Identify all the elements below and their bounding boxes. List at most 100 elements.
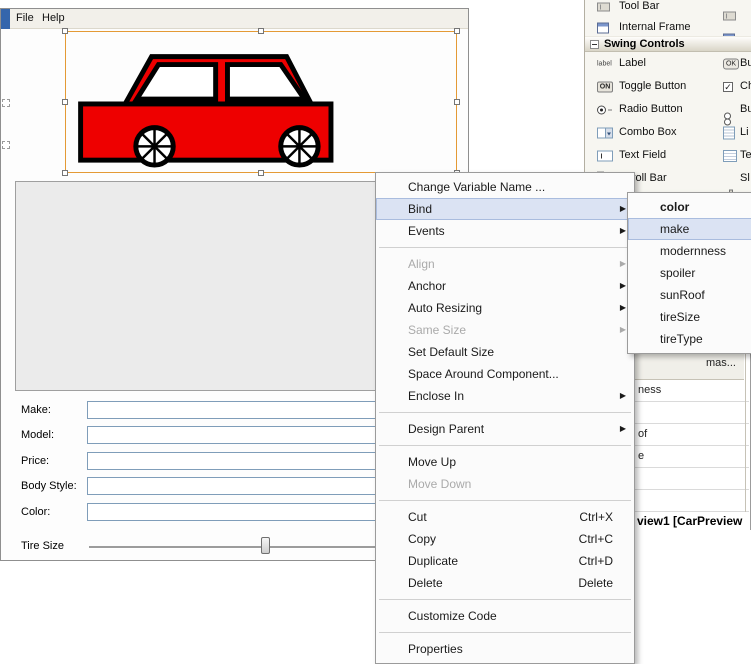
menu-item-enclose-in[interactable]: Enclose In ▶: [376, 385, 634, 407]
menu-help[interactable]: Help: [42, 9, 65, 28]
palette-section-swing-controls[interactable]: Swing Controls: [585, 36, 751, 52]
menu-item-auto-resizing[interactable]: Auto Resizing ▶: [376, 297, 634, 319]
menu-shortcut: Ctrl+C: [578, 532, 613, 546]
palette-item-label-clipped: Sl: [740, 172, 750, 184]
car-wheel-right: [278, 125, 321, 168]
menu-item-cut[interactable]: Cut Ctrl+X: [376, 506, 634, 528]
resize-handle[interactable]: [62, 170, 68, 176]
menu-item-events[interactable]: Events ▶: [376, 220, 634, 242]
menu-item-label: Same Size: [408, 323, 467, 337]
internal-frame-icon: [597, 22, 609, 33]
menu-item-design-parent[interactable]: Design Parent ▶: [376, 418, 634, 440]
submenu-item-modernness[interactable]: modernness: [628, 240, 751, 262]
submenu-arrow-icon: ▶: [619, 281, 626, 290]
menu-item-label: Cut: [408, 510, 427, 524]
palette-item-label: Toggle Button: [619, 80, 687, 92]
submenu-arrow-icon: ▶: [619, 303, 626, 312]
resize-handle[interactable]: [454, 28, 460, 34]
resize-handle[interactable]: [62, 99, 68, 105]
menu-shortcut: Delete: [578, 576, 613, 590]
palette-item-label: Text Field: [619, 149, 667, 161]
submenu-arrow-icon: ▶: [619, 424, 626, 433]
menu-item-label: Auto Resizing: [408, 301, 483, 315]
menu-item-change-variable-name[interactable]: Change Variable Name ...: [376, 176, 634, 198]
menu-separator: [379, 247, 631, 248]
menu-item-anchor[interactable]: Anchor ▶: [376, 275, 634, 297]
combo-box-icon: [597, 127, 613, 138]
menu-shortcut: Ctrl+X: [579, 510, 613, 524]
car-preview-panel[interactable]: [62, 28, 460, 176]
text-field-icon: [597, 150, 613, 161]
menu-item-space-around-component[interactable]: Space Around Component...: [376, 363, 634, 385]
palette-item-label: Radio Button: [619, 103, 683, 115]
radio-button-icon: [597, 105, 612, 114]
palette-item-label-clipped: Li: [740, 126, 749, 138]
car-wheel-left: [133, 125, 176, 168]
tire-size-label: Tire Size: [21, 540, 64, 552]
palette-item-label: Combo Box: [619, 126, 677, 138]
menu-item-label: Properties: [408, 642, 463, 656]
menu-item-label: Events: [408, 224, 445, 238]
menu-item-label: Anchor: [408, 279, 447, 293]
palette-item-radio-button[interactable]: Radio Button Bu: [585, 98, 751, 125]
menu-item-label: Duplicate: [408, 554, 459, 568]
submenu-item-spoiler[interactable]: spoiler: [628, 262, 751, 284]
menu-item-move-up[interactable]: Move Up: [376, 451, 634, 473]
menu-item-bind[interactable]: Bind ▶: [376, 198, 634, 220]
submenu-arrow-icon: ▶: [619, 325, 626, 334]
resize-handle[interactable]: [454, 99, 460, 105]
menu-item-label: Change Variable Name ...: [408, 180, 546, 194]
menu-item-label: Copy: [408, 532, 437, 546]
menu-separator: [379, 632, 631, 633]
menu-item-align: Align ▶: [376, 253, 634, 275]
menu-separator: [379, 599, 631, 600]
palette-item-text-field[interactable]: Text Field Te: [585, 144, 751, 167]
menu-file[interactable]: File: [16, 9, 34, 28]
collapse-icon[interactable]: [590, 40, 599, 49]
slider-thumb[interactable]: [261, 537, 270, 554]
menu-bar: File Help: [1, 9, 468, 29]
resize-handle[interactable]: [258, 170, 264, 176]
palette-section-label: Swing Controls: [604, 38, 685, 50]
menu-item-label: Set Default Size: [408, 345, 495, 359]
resize-handle[interactable]: [62, 28, 68, 34]
menu-separator: [379, 412, 631, 413]
menu-item-label: Move Up: [408, 455, 457, 469]
color-label: Color:: [21, 506, 51, 518]
menu-item-label: Bind: [408, 202, 433, 216]
palette-item-label: Label: [619, 57, 646, 69]
submenu-item-tiresize[interactable]: tireSize: [628, 306, 751, 328]
submenu-arrow-icon: ▶: [619, 391, 626, 400]
make-label: Make:: [21, 404, 51, 416]
window-icon: [1, 9, 10, 29]
palette-item-combo-box[interactable]: Combo Box Li: [585, 121, 751, 144]
menu-item-label: Move Down: [408, 477, 472, 491]
menu-item-label: Enclose In: [408, 389, 465, 403]
submenu-item-sunroof[interactable]: sunRoof: [628, 284, 751, 306]
column-divider[interactable]: [745, 354, 746, 512]
menu-item-set-default-size[interactable]: Set Default Size: [376, 341, 634, 363]
menu-item-copy[interactable]: Copy Ctrl+C: [376, 528, 634, 550]
text-area-icon: [723, 149, 737, 162]
menu-item-delete[interactable]: Delete Delete: [376, 572, 634, 594]
bind-submenu: color make modernness spoiler sunRoof ti…: [627, 192, 751, 354]
submenu-item-tiretype[interactable]: tireType: [628, 328, 751, 350]
screen: File Help Make: Model: Price: Body Style…: [0, 0, 751, 664]
menu-separator: [379, 500, 631, 501]
menu-item-properties[interactable]: Properties: [376, 638, 634, 660]
palette-item-jlabel[interactable]: label Label OK Bu: [585, 52, 751, 75]
column-header-fragment: mas...: [706, 357, 736, 369]
submenu-item-color[interactable]: color: [628, 196, 751, 218]
menu-item-customize-code[interactable]: Customize Code: [376, 605, 634, 627]
resize-handle[interactable]: [258, 28, 264, 34]
anchor-indicator: [2, 99, 10, 107]
palette-item-toggle-button[interactable]: ON Toggle Button ✓ Ch: [585, 75, 751, 98]
palette-item-label-clipped: Bu: [740, 57, 751, 69]
submenu-item-make[interactable]: make: [628, 218, 751, 240]
menu-item-duplicate[interactable]: Duplicate Ctrl+D: [376, 550, 634, 572]
anchor-indicator: [2, 141, 10, 149]
list-icon: [723, 126, 735, 139]
toggle-button-icon: ON: [597, 81, 613, 92]
menu-item-label: Align: [408, 257, 435, 271]
menu-separator: [379, 445, 631, 446]
